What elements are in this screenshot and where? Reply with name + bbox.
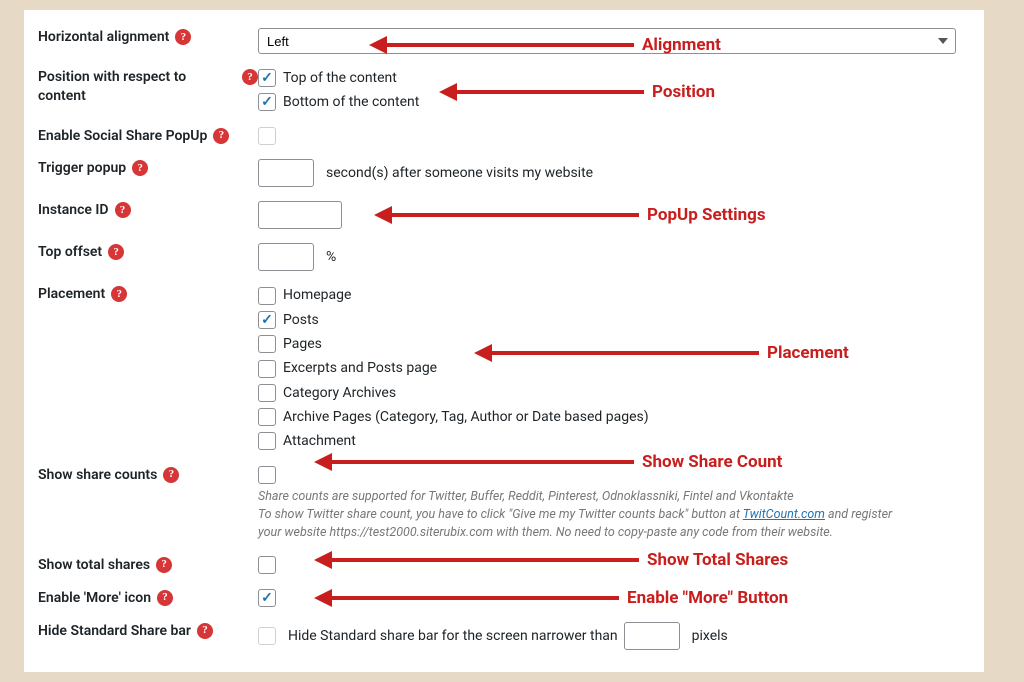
settings-panel: Horizontal alignment ? Left Position wit… bbox=[24, 10, 1000, 672]
checkbox-placement-0[interactable] bbox=[258, 287, 276, 305]
help-icon[interactable]: ? bbox=[132, 160, 148, 176]
trigger-suffix: second(s) after someone visits my websit… bbox=[326, 165, 593, 181]
twitcount-link[interactable]: TwitCount.com bbox=[743, 507, 825, 522]
checkbox-top-content[interactable] bbox=[258, 69, 276, 87]
label-show-total: Show total shares ? bbox=[38, 556, 258, 575]
help-icon[interactable]: ? bbox=[197, 623, 213, 639]
help-icon[interactable]: ? bbox=[115, 202, 131, 218]
label-position-content: Position with respect to content ? bbox=[38, 68, 258, 106]
checkbox-label: Bottom of the content bbox=[283, 92, 419, 112]
hide-bar-suffix: pixels bbox=[692, 628, 728, 644]
checkbox-label: Excerpts and Posts page bbox=[283, 358, 437, 378]
checkbox-label: Posts bbox=[283, 310, 319, 330]
checkbox-placement-3[interactable] bbox=[258, 360, 276, 378]
help-icon[interactable]: ? bbox=[111, 286, 127, 302]
trigger-seconds-input[interactable] bbox=[258, 159, 314, 187]
label-hide-bar[interactable]: Hide Standard Share bar ? bbox=[38, 622, 258, 641]
label-instance-id[interactable]: Instance ID ? bbox=[38, 201, 258, 220]
help-icon[interactable]: ? bbox=[163, 467, 179, 483]
counts-note: Share counts are supported for Twitter, … bbox=[258, 488, 918, 542]
label-enable-popup[interactable]: Enable Social Share PopUp ? bbox=[38, 127, 258, 146]
help-icon[interactable]: ? bbox=[157, 590, 173, 606]
help-icon[interactable]: ? bbox=[156, 557, 172, 573]
checkbox-placement-6[interactable] bbox=[258, 432, 276, 450]
checkbox-label: Category Archives bbox=[283, 383, 396, 403]
checkbox-hide-bar[interactable] bbox=[258, 627, 276, 645]
top-offset-unit: % bbox=[326, 249, 336, 265]
checkbox-label: Attachment bbox=[283, 431, 356, 451]
checkbox-label: Top of the content bbox=[283, 68, 397, 88]
checkbox-show-total[interactable] bbox=[258, 556, 276, 574]
checkbox-placement-1[interactable] bbox=[258, 311, 276, 329]
label-enable-more: Enable 'More' icon ? bbox=[38, 589, 258, 608]
alignment-select[interactable]: Left bbox=[258, 28, 956, 54]
help-icon[interactable]: ? bbox=[242, 69, 258, 85]
checkbox-label: Homepage bbox=[283, 285, 351, 305]
label-top-offset[interactable]: Top offset ? bbox=[38, 243, 258, 262]
checkbox-bottom-content[interactable] bbox=[258, 93, 276, 111]
checkbox-placement-2[interactable] bbox=[258, 335, 276, 353]
hide-bar-pixels-input[interactable] bbox=[624, 622, 680, 650]
help-icon[interactable]: ? bbox=[213, 128, 229, 144]
label-horizontal-alignment: Horizontal alignment ? bbox=[38, 28, 258, 47]
checkbox-placement-4[interactable] bbox=[258, 384, 276, 402]
label-placement: Placement ? bbox=[38, 285, 258, 304]
checkbox-label: Pages bbox=[283, 334, 322, 354]
checkbox-enable-more[interactable] bbox=[258, 589, 276, 607]
help-icon[interactable]: ? bbox=[108, 244, 124, 260]
checkbox-placement-5[interactable] bbox=[258, 408, 276, 426]
hide-bar-prefix: Hide Standard share bar for the screen n… bbox=[288, 628, 618, 644]
instance-id-input[interactable] bbox=[258, 201, 342, 229]
help-icon[interactable]: ? bbox=[175, 29, 191, 45]
label-show-counts: Show share counts ? bbox=[38, 466, 258, 485]
top-offset-input[interactable] bbox=[258, 243, 314, 271]
label-trigger-popup[interactable]: Trigger popup ? bbox=[38, 159, 258, 178]
checkbox-show-counts[interactable] bbox=[258, 466, 276, 484]
checkbox-label: Archive Pages (Category, Tag, Author or … bbox=[283, 407, 649, 427]
checkbox-enable-popup[interactable] bbox=[258, 127, 276, 145]
